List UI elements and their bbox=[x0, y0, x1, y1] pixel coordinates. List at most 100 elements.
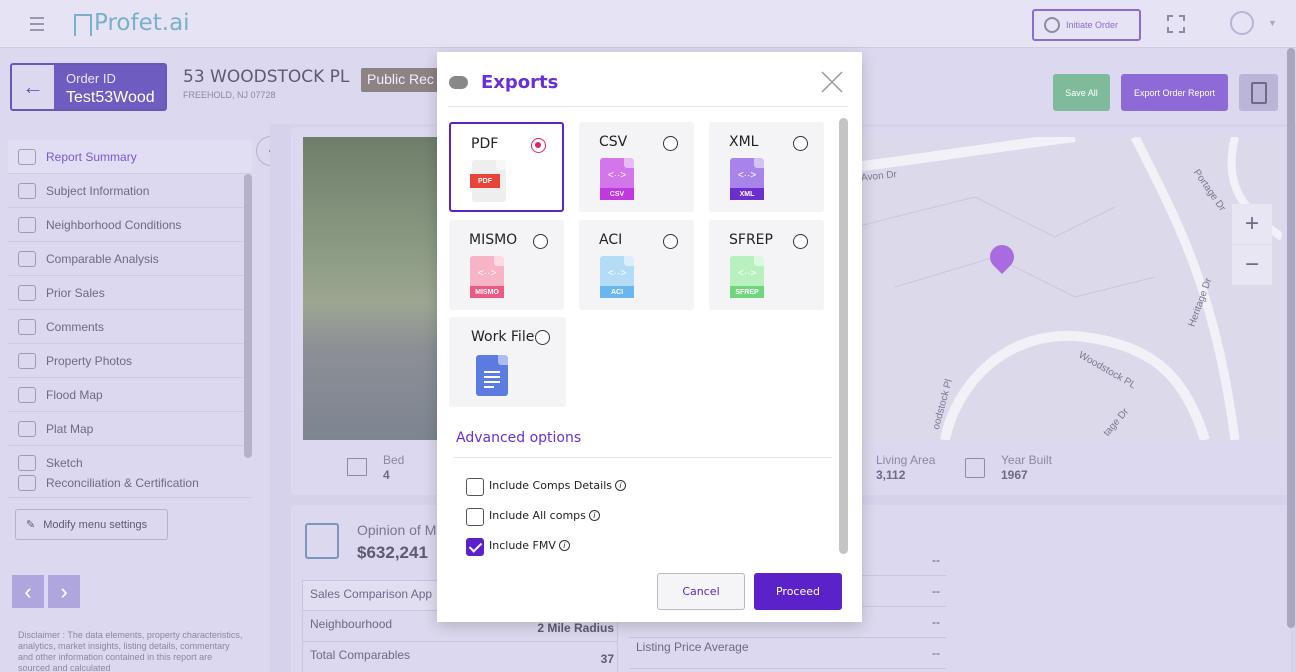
year-built-value: 1967 bbox=[1001, 468, 1028, 482]
sidebar-item-comments[interactable]: Comments bbox=[8, 310, 252, 344]
format-tile-pdf[interactable]: PDF PDF bbox=[449, 122, 564, 212]
export-order-report-button[interactable]: Export Order Report bbox=[1121, 74, 1228, 111]
sidebar-item-label: Property Photos bbox=[46, 353, 133, 368]
certificate-icon bbox=[18, 474, 36, 491]
format-tile-sfrep[interactable]: SFREP <··> SFREP bbox=[709, 220, 824, 310]
save-all-button[interactable]: Save All bbox=[1053, 74, 1110, 111]
format-tile-xml[interactable]: XML <··> XML bbox=[709, 122, 824, 212]
format-tile-aci[interactable]: ACI <··> ACI bbox=[579, 220, 694, 310]
sidebar-item-label: Neighborhood Conditions bbox=[46, 217, 182, 232]
file-tag: XML bbox=[730, 188, 764, 200]
close-button[interactable] bbox=[820, 70, 844, 94]
logo[interactable]: Profet.ai bbox=[74, 10, 190, 36]
sidebar-item-comparable-analysis[interactable]: Comparable Analysis bbox=[8, 242, 252, 276]
sidebar-item-property-photos[interactable]: Property Photos bbox=[8, 344, 252, 378]
row-label: Neighbourhood bbox=[310, 617, 393, 631]
option-label: Include Comps Details bbox=[489, 479, 613, 492]
advanced-options-title: Advanced options bbox=[456, 430, 582, 446]
prev-button[interactable]: ‹ bbox=[12, 575, 44, 608]
fullscreen-icon[interactable] bbox=[1167, 15, 1185, 33]
format-label: CSV bbox=[599, 134, 628, 150]
report-icon-button[interactable] bbox=[1239, 74, 1278, 111]
sidebar-item-reconciliation[interactable]: Reconciliation & Certification bbox=[8, 468, 252, 498]
format-radio[interactable] bbox=[793, 234, 808, 249]
top-bar: Profet.ai Initiate Order ▼ bbox=[0, 0, 1296, 48]
include-all-comps-checkbox[interactable] bbox=[466, 508, 484, 526]
row-value: -- bbox=[932, 553, 940, 567]
option-label: Include All comps bbox=[489, 509, 586, 522]
sidebar-item-plat-map[interactable]: Plat Map bbox=[8, 412, 252, 446]
include-comps-details-checkbox[interactable] bbox=[466, 478, 484, 496]
living-area-label: Living Area bbox=[876, 453, 936, 467]
logo-text: Profet.ai bbox=[94, 10, 190, 36]
zoom-in-button[interactable]: + bbox=[1232, 204, 1272, 244]
search-icon bbox=[1044, 17, 1060, 33]
cancel-button[interactable]: Cancel bbox=[657, 573, 745, 610]
mismo-file-icon: <··> MISMO bbox=[470, 256, 504, 298]
format-radio[interactable] bbox=[533, 234, 548, 249]
row-value: -- bbox=[932, 615, 940, 629]
row-label: Listing Price Average bbox=[636, 640, 749, 654]
format-label: XML bbox=[729, 134, 759, 150]
row-value: -- bbox=[932, 584, 940, 598]
format-label: SFREP bbox=[729, 232, 773, 248]
public-record-badge: Public Rec bbox=[361, 68, 437, 92]
row-label: Total Comparables bbox=[310, 648, 411, 662]
modal-scrollbar[interactable] bbox=[839, 118, 848, 554]
format-tile-work-file[interactable]: Work File bbox=[449, 317, 566, 407]
disclaimer: Disclaimer : The data elements, property… bbox=[18, 630, 243, 672]
avatar[interactable] bbox=[1230, 11, 1254, 35]
format-radio[interactable] bbox=[531, 138, 546, 153]
proceed-button[interactable]: Proceed bbox=[754, 573, 842, 610]
format-label: PDF bbox=[471, 136, 499, 152]
format-radio[interactable] bbox=[663, 234, 678, 249]
row-value: 37 bbox=[600, 652, 614, 666]
map-roads bbox=[855, 137, 1282, 440]
file-tag: MISMO bbox=[470, 286, 504, 298]
modify-menu-label: Modify menu settings bbox=[43, 518, 148, 531]
property-photo[interactable] bbox=[303, 137, 438, 440]
initiate-order-button[interactable]: Initiate Order bbox=[1032, 9, 1141, 41]
sidebar-item-report-summary[interactable]: Report Summary bbox=[8, 140, 252, 174]
sidebar-item-prior-sales[interactable]: Prior Sales bbox=[8, 276, 252, 310]
info-icon[interactable]: i bbox=[588, 510, 600, 521]
xml-file-icon: <··> XML bbox=[730, 158, 764, 200]
chevron-down-icon[interactable]: ▼ bbox=[1268, 18, 1277, 28]
format-label: ACI bbox=[599, 232, 623, 248]
sidebar-item-neighborhood-conditions[interactable]: Neighborhood Conditions bbox=[8, 208, 252, 242]
initiate-order-label: Initiate Order bbox=[1066, 20, 1119, 30]
include-fmv-option: Include FMV i bbox=[489, 539, 570, 552]
zoom-out-button[interactable]: − bbox=[1232, 245, 1272, 285]
info-icon[interactable]: i bbox=[615, 480, 627, 491]
page-scrollbar[interactable] bbox=[1287, 48, 1295, 628]
sidebar-item-flood-map[interactable]: Flood Map bbox=[8, 378, 252, 412]
calendar-icon bbox=[965, 458, 985, 478]
pdf-file-icon: PDF bbox=[470, 160, 506, 202]
file-tag: PDF bbox=[470, 174, 500, 188]
living-area-value: 3,112 bbox=[876, 468, 906, 482]
format-tile-csv[interactable]: CSV <··> CSV bbox=[579, 122, 694, 212]
next-button[interactable]: › bbox=[48, 575, 80, 608]
map[interactable]: Avon Dr Portage Dr Heritage Dr Woodstock… bbox=[855, 137, 1282, 440]
bed-value: 4 bbox=[383, 468, 390, 482]
info-icon[interactable]: i bbox=[558, 540, 570, 551]
include-fmv-checkbox[interactable] bbox=[466, 538, 484, 556]
back-button[interactable]: ← bbox=[12, 65, 54, 109]
sidebar-item-subject-information[interactable]: Subject Information bbox=[8, 174, 252, 208]
format-tile-mismo[interactable]: MISMO <··> MISMO bbox=[449, 220, 564, 310]
sidebar: Report Summary Subject Information Neigh… bbox=[0, 124, 286, 672]
sidebar-item-label: Prior Sales bbox=[46, 285, 105, 300]
hamburger-menu-icon[interactable] bbox=[30, 17, 44, 31]
format-radio[interactable] bbox=[793, 136, 808, 151]
close-icon bbox=[821, 71, 843, 93]
format-radio[interactable] bbox=[535, 330, 550, 345]
modify-menu-button[interactable]: ✎ Modify menu settings bbox=[15, 509, 168, 540]
document-icon bbox=[1250, 81, 1267, 104]
property-address: 53 WOODSTOCK PL bbox=[183, 67, 350, 87]
row-label: Sales Comparison App bbox=[310, 587, 433, 601]
format-radio[interactable] bbox=[663, 136, 678, 151]
house-icon bbox=[18, 182, 36, 199]
sidebar-scrollbar[interactable] bbox=[244, 174, 252, 458]
order-id-box: ← Order ID Test53Wood bbox=[10, 63, 167, 111]
sidebar-item-label: Comparable Analysis bbox=[46, 251, 159, 266]
